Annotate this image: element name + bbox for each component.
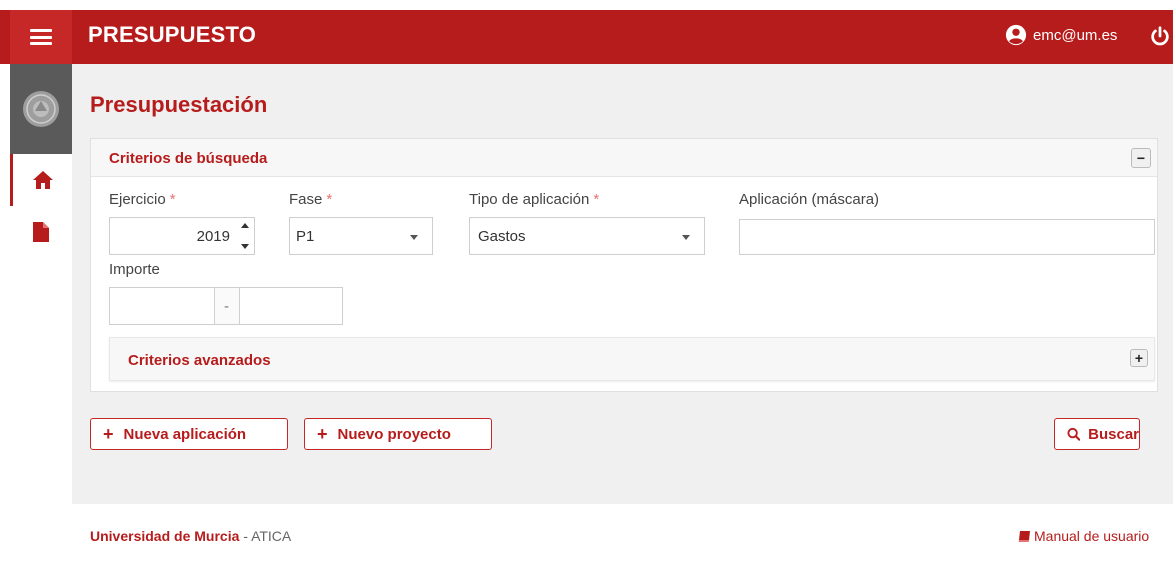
sidebar-item-document[interactable]: [10, 206, 72, 258]
advanced-criteria-panel[interactable]: Criterios avanzados +: [109, 337, 1155, 381]
panel-title: Criterios de búsqueda: [109, 150, 268, 167]
importe-label: Importe: [109, 261, 160, 278]
aplicacion-mascara-label: Aplicación (máscara): [739, 191, 880, 208]
search-icon: [1067, 427, 1081, 441]
footer-credits: Universidad de Murcia - ATICA: [90, 528, 292, 544]
aplicacion-mascara-input[interactable]: [739, 219, 1155, 255]
document-icon: [33, 222, 49, 242]
search-button[interactable]: Buscar: [1054, 418, 1140, 450]
ejercicio-field[interactable]: 2019: [109, 217, 255, 255]
importe-range-separator: -: [214, 287, 240, 325]
user-manual-link[interactable]: Manual de usuario: [1018, 528, 1149, 544]
seal-icon: [23, 91, 59, 127]
year-spinner[interactable]: [240, 223, 250, 249]
new-application-button[interactable]: + Nueva aplicación: [90, 418, 288, 450]
app-title: PRESUPUESTO: [88, 22, 257, 47]
power-icon[interactable]: [1149, 24, 1171, 48]
home-icon: [32, 171, 53, 189]
user-menu[interactable]: emc@um.es: [1005, 24, 1117, 46]
search-criteria-panel: Criterios de búsqueda − Ejercicio * 2019 …: [90, 138, 1158, 392]
fase-value: P1: [296, 228, 315, 245]
plus-icon: +: [1134, 350, 1144, 366]
sidebar-item-home[interactable]: [10, 154, 72, 206]
spin-down-icon[interactable]: [241, 244, 249, 249]
ejercicio-label: Ejercicio *: [109, 191, 176, 208]
ejercicio-value: 2019: [196, 228, 230, 245]
plus-icon: +: [103, 424, 114, 444]
panel-header[interactable]: Criterios de búsqueda −: [91, 139, 1157, 177]
university-link[interactable]: Universidad de Murcia: [90, 528, 239, 544]
importe-from-input[interactable]: [109, 287, 215, 325]
org-name: ATICA: [251, 528, 292, 544]
spin-up-icon[interactable]: [241, 223, 249, 228]
fase-select[interactable]: P1: [289, 217, 433, 255]
user-icon: [1005, 24, 1027, 46]
tipo-aplicacion-label: Tipo de aplicación *: [469, 191, 600, 208]
page-title: Presupuestación: [90, 92, 268, 117]
university-logo: [10, 64, 72, 154]
menu-toggle-button[interactable]: [10, 10, 72, 64]
fase-label: Fase *: [289, 191, 333, 208]
advanced-criteria-title: Criterios avanzados: [128, 352, 271, 369]
book-icon: [1018, 530, 1030, 542]
plus-icon: +: [317, 424, 328, 444]
sidebar: [10, 64, 72, 578]
expand-button[interactable]: +: [1130, 349, 1148, 367]
new-project-button[interactable]: + Nuevo proyecto: [304, 418, 492, 450]
importe-to-input[interactable]: [239, 287, 343, 325]
tipo-aplicacion-value: Gastos: [478, 228, 526, 245]
chevron-down-icon: [410, 235, 418, 240]
minus-icon: −: [1136, 150, 1146, 166]
tipo-aplicacion-select[interactable]: Gastos: [469, 217, 705, 255]
collapse-button[interactable]: −: [1131, 148, 1151, 168]
user-email: emc@um.es: [1033, 26, 1118, 44]
hamburger-icon: [30, 29, 52, 45]
chevron-down-icon: [682, 235, 690, 240]
